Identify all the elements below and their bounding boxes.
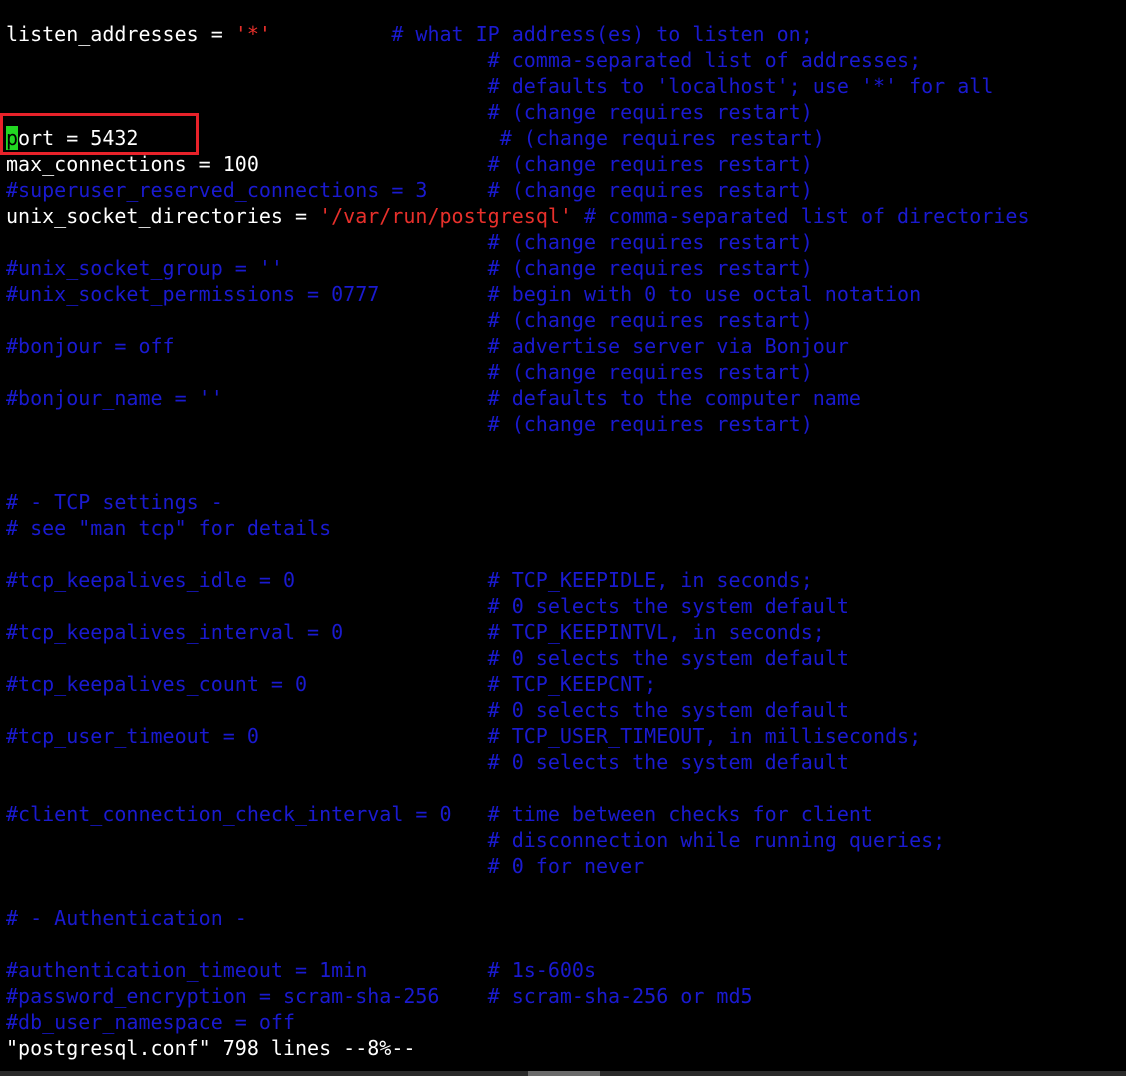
comment-text: # comma-separated list of addresses; bbox=[6, 48, 922, 72]
editor-line[interactable]: #superuser_reserved_connections = 3 # (c… bbox=[6, 177, 1030, 203]
editor-line[interactable]: # - Authentication - bbox=[6, 905, 1030, 931]
editor-line[interactable]: #authentication_timeout = 1min # 1s-600s bbox=[6, 957, 1030, 983]
comment-text: # (change requires restart) bbox=[6, 360, 813, 384]
comment-text: #tcp_keepalives_idle = 0 # TCP_KEEPIDLE,… bbox=[6, 568, 813, 592]
editor-line[interactable]: # (change requires restart) bbox=[6, 359, 1030, 385]
comment-text: #tcp_user_timeout = 0 # TCP_USER_TIMEOUT… bbox=[6, 724, 922, 748]
setting-text: listen_addresses = bbox=[6, 22, 235, 46]
comment-text: #password_encryption = scram-sha-256 # s… bbox=[6, 984, 753, 1008]
editor-line[interactable] bbox=[6, 879, 1030, 905]
comment-text: # (change requires restart) bbox=[258, 152, 813, 176]
comment-text: # comma-separated list of directories bbox=[571, 204, 1030, 228]
editor-line[interactable]: #unix_socket_group = '' # (change requir… bbox=[6, 255, 1030, 281]
editor-line[interactable] bbox=[6, 463, 1030, 489]
editor-line[interactable]: # 0 selects the system default bbox=[6, 645, 1030, 671]
editor-line[interactable] bbox=[6, 437, 1030, 463]
string-literal: '*' bbox=[234, 22, 271, 46]
comment-text: #authentication_timeout = 1min # 1s-600s bbox=[6, 958, 597, 982]
scrollbar-thumb[interactable] bbox=[528, 1071, 600, 1076]
horizontal-scrollbar[interactable] bbox=[0, 1071, 1126, 1076]
editor-line[interactable] bbox=[6, 775, 1030, 801]
editor-line[interactable]: #tcp_keepalives_count = 0 # TCP_KEEPCNT; bbox=[6, 671, 1030, 697]
editor-line[interactable]: listen_addresses = '*' # what IP address… bbox=[6, 21, 1030, 47]
editor-line[interactable] bbox=[6, 541, 1030, 567]
port-highlight-box bbox=[0, 113, 199, 155]
editor-line[interactable]: # comma-separated list of addresses; bbox=[6, 47, 1030, 73]
editor-line[interactable]: #unix_socket_permissions = 0777 # begin … bbox=[6, 281, 1030, 307]
editor-line[interactable]: # (change requires restart) bbox=[6, 307, 1030, 333]
editor-line[interactable]: #client_connection_check_interval = 0 # … bbox=[6, 801, 1030, 827]
comment-text: # 0 selects the system default bbox=[6, 750, 849, 774]
comment-text: #tcp_keepalives_interval = 0 # TCP_KEEPI… bbox=[6, 620, 825, 644]
comment-text: # (change requires restart) bbox=[6, 230, 813, 254]
setting-text: max_connections = 100 bbox=[6, 152, 259, 176]
editor-line[interactable]: #bonjour_name = '' # defaults to the com… bbox=[6, 385, 1030, 411]
comment-text: # 0 selects the system default bbox=[6, 594, 849, 618]
comment-text: # (change requires restart) bbox=[138, 126, 825, 150]
comment-text: #bonjour = off # advertise server via Bo… bbox=[6, 334, 849, 358]
comment-text: #superuser_reserved_connections = 3 # (c… bbox=[6, 178, 813, 202]
editor-line[interactable]: # - TCP settings - bbox=[6, 489, 1030, 515]
comment-text: # - Authentication - bbox=[6, 906, 247, 930]
editor-line[interactable]: # (change requires restart) bbox=[6, 411, 1030, 437]
comment-text: # see "man tcp" for details bbox=[6, 516, 332, 540]
editor-line[interactable]: # disconnection while running queries; bbox=[6, 827, 1030, 853]
comment-text: #unix_socket_group = '' # (change requir… bbox=[6, 256, 813, 280]
comment-text: # 0 selects the system default bbox=[6, 698, 849, 722]
editor-line[interactable]: # 0 selects the system default bbox=[6, 697, 1030, 723]
editor-line[interactable] bbox=[6, 931, 1030, 957]
editor-line[interactable]: # 0 for never bbox=[6, 853, 1030, 879]
comment-text: # - TCP settings - bbox=[6, 490, 223, 514]
comment-text: # (change requires restart) bbox=[6, 412, 813, 436]
comment-text: # 0 selects the system default bbox=[6, 646, 849, 670]
comment-text: # 0 for never bbox=[6, 854, 645, 878]
comment-text: # (change requires restart) bbox=[6, 308, 813, 332]
editor-text-area[interactable]: listen_addresses = '*' # what IP address… bbox=[6, 21, 1030, 1035]
vim-status-line: "postgresql.conf" 798 lines --8%-- bbox=[6, 1036, 416, 1060]
editor-line[interactable]: #tcp_keepalives_interval = 0 # TCP_KEEPI… bbox=[6, 619, 1030, 645]
comment-text: # defaults to 'localhost'; use '*' for a… bbox=[6, 74, 994, 98]
editor-line[interactable]: # 0 selects the system default bbox=[6, 593, 1030, 619]
comment-text: #db_user_namespace = off bbox=[6, 1010, 295, 1034]
string-literal: '/var/run/postgresql' bbox=[319, 204, 572, 228]
editor-line[interactable]: #db_user_namespace = off bbox=[6, 1009, 1030, 1035]
editor-line[interactable]: # defaults to 'localhost'; use '*' for a… bbox=[6, 73, 1030, 99]
comment-text: # what IP address(es) to listen on; bbox=[270, 22, 813, 46]
editor-line[interactable]: #tcp_user_timeout = 0 # TCP_USER_TIMEOUT… bbox=[6, 723, 1030, 749]
editor-line[interactable]: # see "man tcp" for details bbox=[6, 515, 1030, 541]
editor-line[interactable]: #tcp_keepalives_idle = 0 # TCP_KEEPIDLE,… bbox=[6, 567, 1030, 593]
editor-line[interactable]: # 0 selects the system default bbox=[6, 749, 1030, 775]
comment-text: #unix_socket_permissions = 0777 # begin … bbox=[6, 282, 922, 306]
editor-line[interactable]: #password_encryption = scram-sha-256 # s… bbox=[6, 983, 1030, 1009]
comment-text: # disconnection while running queries; bbox=[6, 828, 946, 852]
comment-text: #bonjour_name = '' # defaults to the com… bbox=[6, 386, 861, 410]
setting-text: unix_socket_directories = bbox=[6, 204, 320, 228]
editor-line[interactable]: # (change requires restart) bbox=[6, 229, 1030, 255]
editor-line[interactable]: #bonjour = off # advertise server via Bo… bbox=[6, 333, 1030, 359]
comment-text: #tcp_keepalives_count = 0 # TCP_KEEPCNT; bbox=[6, 672, 657, 696]
comment-text: #client_connection_check_interval = 0 # … bbox=[6, 802, 873, 826]
editor-line[interactable]: unix_socket_directories = '/var/run/post… bbox=[6, 203, 1030, 229]
